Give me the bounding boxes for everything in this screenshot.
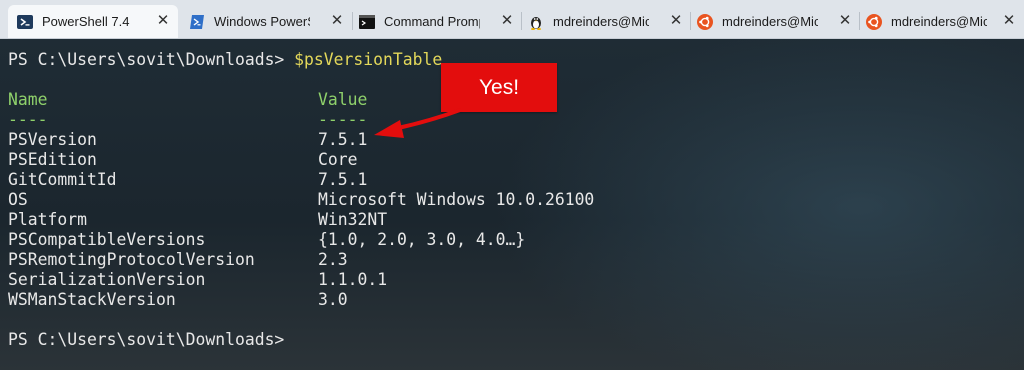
header-underline-value: ----- — [318, 110, 368, 129]
linux-tux-icon — [528, 14, 544, 30]
tab-linux-mdreinders[interactable]: mdreinders@Mic ✕ — [519, 5, 691, 38]
row-value: {1.0, 2.0, 3.0, 4.0…} — [318, 230, 526, 249]
row-value: Core — [318, 150, 358, 169]
close-icon[interactable]: ✕ — [498, 11, 516, 29]
close-icon[interactable]: ✕ — [667, 11, 685, 29]
close-icon[interactable]: ✕ — [328, 11, 346, 29]
header-underline-name: ---- — [8, 110, 48, 129]
cmd-icon — [359, 14, 375, 30]
close-icon[interactable]: ✕ — [154, 11, 172, 29]
row-value: 3.0 — [318, 290, 348, 309]
row-name: PSRemotingProtocolVersion — [8, 250, 255, 269]
tab-label: mdreinders@Mic — [722, 14, 818, 29]
row-value: 1.1.0.1 — [318, 270, 388, 289]
tab-label: Command Promp — [384, 14, 480, 29]
command-text: $psVersionTable — [294, 50, 443, 69]
tab-powershell-7-4[interactable]: PowerShell 7.4 ✕ — [8, 5, 178, 38]
row-value: 2.3 — [318, 250, 348, 269]
tab-bar: PowerShell 7.4 ✕ Windows PowerS ✕ Comman… — [0, 0, 1024, 39]
tab-ubuntu-mdreinders-2[interactable]: mdreinders@Mic ✕ — [857, 5, 1024, 38]
row-name: GitCommitId — [8, 170, 117, 189]
row-name: PSCompatibleVersions — [8, 230, 206, 249]
column-header-name: Name — [8, 90, 48, 109]
row-value: 7.5.1 — [318, 170, 368, 189]
tab-label: mdreinders@Mic — [553, 14, 649, 29]
row-value: 7.5.1 — [318, 130, 368, 149]
annotation-callout: Yes! — [441, 63, 557, 112]
ubuntu-icon — [697, 13, 713, 30]
close-icon[interactable]: ✕ — [836, 11, 854, 29]
tab-windows-powershell[interactable]: Windows PowerS ✕ — [180, 5, 352, 38]
row-name: Platform — [8, 210, 87, 229]
tab-label: Windows PowerS — [214, 14, 310, 29]
column-header-value: Value — [318, 90, 368, 109]
row-value: Win32NT — [318, 210, 388, 229]
close-icon[interactable]: ✕ — [1000, 11, 1018, 29]
tab-command-prompt[interactable]: Command Promp ✕ — [350, 5, 522, 38]
row-name: SerializationVersion — [8, 270, 206, 289]
row-name: PSVersion — [8, 130, 97, 149]
prompt: PS C:\Users\sovit\Downloads> — [8, 50, 295, 69]
row-value: Microsoft Windows 10.0.26100 — [318, 190, 595, 209]
row-name: OS — [8, 190, 28, 209]
row-name: WSManStackVersion — [8, 290, 176, 309]
powershell-icon — [17, 14, 33, 30]
final-prompt: PS C:\Users\sovit\Downloads> — [8, 330, 285, 349]
tab-label: PowerShell 7.4 — [42, 14, 130, 29]
command-line: PS C:\Users\sovit\Downloads> $psVersionT… — [8, 50, 442, 70]
tab-label: mdreinders@Mic — [891, 14, 987, 29]
tab-ubuntu-mdreinders-1[interactable]: mdreinders@Mic ✕ — [688, 5, 860, 38]
ubuntu-icon — [866, 13, 882, 30]
powershell-icon — [189, 14, 205, 30]
row-name: PSEdition — [8, 150, 97, 169]
